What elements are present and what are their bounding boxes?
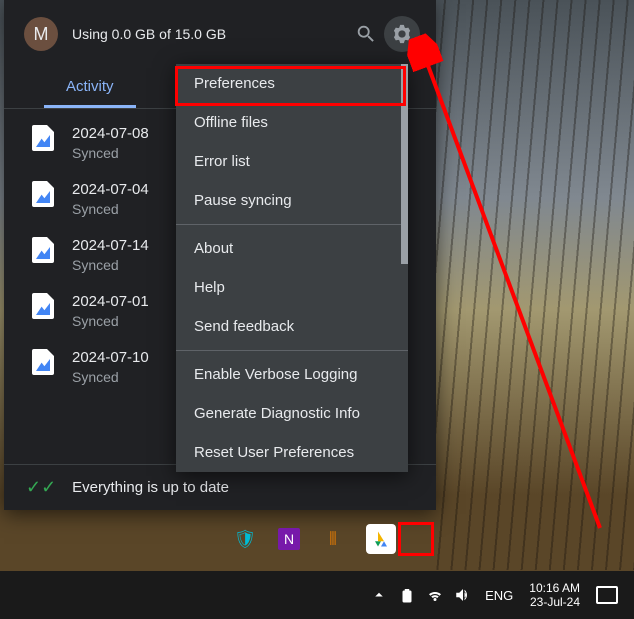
onenote-app-icon[interactable]: N	[278, 528, 300, 550]
clock[interactable]: 10:16 AM 23-Jul-24	[521, 581, 588, 610]
clock-time: 10:16 AM	[529, 581, 580, 595]
taskbar-app-tray: 🛡 N ⦀	[232, 524, 396, 554]
menu-pause-syncing[interactable]: Pause syncing	[176, 181, 408, 220]
image-file-icon	[32, 181, 54, 207]
file-name: 2024-07-10	[72, 349, 149, 367]
chevron-up-icon[interactable]	[365, 571, 393, 619]
file-status: Synced	[72, 201, 149, 217]
image-file-icon	[32, 237, 54, 263]
tab-activity[interactable]: Activity	[44, 68, 136, 108]
image-file-icon	[32, 125, 54, 151]
google-drive-tray-icon[interactable]	[366, 524, 396, 554]
menu-preferences[interactable]: Preferences	[176, 64, 408, 103]
status-text: Everything is up to date	[72, 479, 229, 496]
panel-header: M Using 0.0 GB of 15.0 GB	[4, 0, 436, 60]
file-status: Synced	[72, 145, 149, 161]
notifications-icon[interactable]	[596, 586, 618, 604]
double-check-icon: ✓✓	[26, 477, 56, 498]
clock-date: 23-Jul-24	[529, 595, 580, 609]
wifi-icon[interactable]	[421, 571, 449, 619]
file-status: Synced	[72, 257, 149, 273]
menu-error-list[interactable]: Error list	[176, 142, 408, 181]
menu-send-feedback[interactable]: Send feedback	[176, 307, 408, 346]
file-name: 2024-07-04	[72, 181, 149, 199]
storage-text: Using 0.0 GB of 15.0 GB	[72, 26, 348, 42]
image-file-icon	[32, 293, 54, 319]
menu-help[interactable]: Help	[176, 268, 408, 307]
taskbar: ENG 10:16 AM 23-Jul-24	[0, 571, 634, 619]
wallpaper-detail	[430, 0, 634, 570]
menu-reset-preferences[interactable]: Reset User Preferences	[176, 433, 408, 472]
menu-generate-diagnostic[interactable]: Generate Diagnostic Info	[176, 394, 408, 433]
search-icon[interactable]	[348, 16, 384, 52]
battery-icon[interactable]	[393, 571, 421, 619]
file-name: 2024-07-14	[72, 237, 149, 255]
avatar[interactable]: M	[24, 17, 58, 51]
menu-scrollbar[interactable]	[401, 64, 408, 264]
settings-menu: Preferences Offline files Error list Pau…	[176, 64, 408, 472]
file-name: 2024-07-08	[72, 125, 149, 143]
image-file-icon	[32, 349, 54, 375]
menu-offline-files[interactable]: Offline files	[176, 103, 408, 142]
volume-icon[interactable]	[449, 571, 477, 619]
menu-divider	[176, 224, 408, 225]
app-icon[interactable]: ⦀	[320, 526, 346, 552]
language-indicator[interactable]: ENG	[477, 588, 521, 603]
shield-app-icon[interactable]: 🛡	[232, 526, 258, 552]
menu-enable-verbose[interactable]: Enable Verbose Logging	[176, 355, 408, 394]
file-status: Synced	[72, 313, 149, 329]
menu-about[interactable]: About	[176, 229, 408, 268]
file-name: 2024-07-01	[72, 293, 149, 311]
menu-divider	[176, 350, 408, 351]
gear-icon[interactable]	[384, 16, 420, 52]
file-status: Synced	[72, 369, 149, 385]
